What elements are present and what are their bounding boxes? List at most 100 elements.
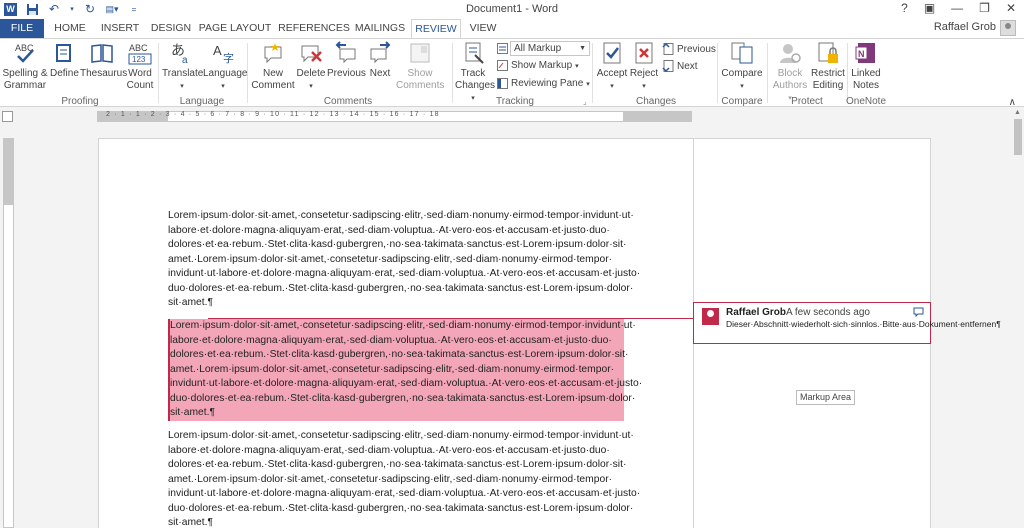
changes-group-label: Changes <box>635 96 677 107</box>
svg-text:a: a <box>182 55 188 65</box>
word-count-button[interactable]: ABC 123 Word Count <box>126 41 154 92</box>
tab-mailings[interactable]: MAILINGS <box>354 19 406 38</box>
close-icon[interactable]: ✕ <box>1006 1 1016 15</box>
spelling-icon: ABC <box>15 43 34 63</box>
minimize-icon[interactable]: — <box>951 1 963 15</box>
help-icon[interactable]: ? <box>901 1 908 15</box>
previous-comment-button[interactable]: Previous <box>327 41 366 80</box>
word-count-icon: ABC 123 <box>128 43 152 65</box>
thesaurus-icon <box>91 44 113 63</box>
ruler-numbers: 2 · 1 · 1 · 2 · 3 · 4 · 5 · 6 · 7 · 8 · … <box>106 111 440 118</box>
window-controls: ? ▣ — ❐ ✕ <box>901 1 1016 15</box>
tab-view[interactable]: VIEW <box>465 19 501 38</box>
ribbon: ABC Spelling & Grammar Define Thesaurus … <box>0 38 1024 108</box>
reviewing-pane-icon <box>497 78 508 89</box>
delete-comment-icon <box>301 45 322 63</box>
compare-button[interactable]: Compare ▾ <box>720 41 764 93</box>
next-change-button[interactable]: Next <box>662 60 698 72</box>
separator <box>247 43 248 103</box>
restore-icon[interactable]: ❐ <box>979 1 990 15</box>
linked-notes-button[interactable]: N Linked Notes <box>849 41 883 92</box>
comment-text[interactable]: Dieser·Abschnitt·wiederholt·sich·sinnlos… <box>726 319 1001 330</box>
comment-timestamp: A few seconds ago <box>786 307 870 318</box>
language-group-label: Language <box>179 96 225 107</box>
tab-page-layout[interactable]: PAGE LAYOUT <box>198 19 272 38</box>
compare-icon <box>731 42 753 64</box>
delete-comment-button[interactable]: Delete ▾ <box>295 41 327 93</box>
compare-group-label: Compare <box>721 96 763 107</box>
horizontal-ruler[interactable]: 2 · 1 · 1 · 2 · 3 · 4 · 5 · 6 · 7 · 8 · … <box>97 111 692 122</box>
svg-text:字: 字 <box>223 51 234 65</box>
restrict-editing-button[interactable]: Restrict Editing <box>810 41 846 92</box>
tab-references[interactable]: REFERENCES <box>278 19 350 38</box>
title-bar: W ↶ ▾ ↻ ▤▾ = Document1 - Word ? ▣ — ❐ ✕ <box>0 0 1024 19</box>
paragraph-3[interactable]: Lorem·ipsum·dolor·sit·amet,·consetetur·s… <box>168 429 640 528</box>
reject-button[interactable]: Reject ▾ <box>629 41 659 93</box>
vertical-scrollbar[interactable]: ▲ <box>1012 107 1024 528</box>
tracking-dialog-launcher-icon[interactable]: ⌟ <box>583 97 587 106</box>
reply-icon[interactable] <box>913 307 924 319</box>
reject-icon <box>635 42 653 64</box>
tab-review[interactable]: REVIEW <box>411 19 461 39</box>
onenote-group-label: OneNote <box>846 96 887 107</box>
commented-paragraph[interactable]: Lorem·ipsum·dolor·sit·amet,·consetetur·s… <box>168 319 642 421</box>
previous-comment-icon <box>335 41 356 64</box>
markup-icon <box>497 43 508 54</box>
tab-home[interactable]: HOME <box>50 19 90 38</box>
spelling-grammar-button[interactable]: ABC Spelling & Grammar <box>2 41 48 92</box>
previous-change-button[interactable]: Previous <box>662 43 716 55</box>
restrict-editing-icon <box>818 42 838 63</box>
protect-group-label: Protect <box>791 96 823 107</box>
scroll-thumb[interactable] <box>1014 119 1022 155</box>
paragraph-1[interactable]: Lorem·ipsum·dolor·sit·amet,·consetetur·s… <box>168 209 640 311</box>
scroll-up-icon[interactable]: ▲ <box>1014 109 1021 116</box>
show-markup-button[interactable]: Show Markup ▾ <box>497 60 579 71</box>
window-title: Document1 - Word <box>465 3 559 15</box>
display-for-review-select[interactable]: All Markup ▼ <box>510 41 590 56</box>
separator <box>158 43 159 103</box>
svg-text:A: A <box>213 43 222 58</box>
translate-button[interactable]: あa Translate ▾ <box>162 41 203 93</box>
language-icon: A字 <box>213 43 234 65</box>
comments-group-label: Comments <box>323 96 373 107</box>
user-name[interactable]: Raffael Grob <box>934 21 996 33</box>
reviewing-pane-button[interactable]: Reviewing Pane ▾ <box>497 78 590 89</box>
translate-icon: あa <box>171 43 188 65</box>
comment-author-avatar <box>702 308 719 325</box>
language-button[interactable]: A字 Language ▾ <box>203 41 248 93</box>
vruler-margin-top <box>4 139 13 205</box>
svg-text:123: 123 <box>132 55 146 64</box>
separator <box>847 43 848 103</box>
next-comment-button[interactable]: Next <box>366 41 394 80</box>
comment-connector-line <box>208 318 693 319</box>
show-comments-icon <box>410 43 430 63</box>
define-button[interactable]: Define <box>50 41 79 80</box>
new-comment-button[interactable]: New Comment <box>251 41 295 92</box>
next-comment-icon <box>370 41 391 64</box>
proofing-group-label: Proofing <box>61 96 99 107</box>
separator <box>592 43 593 103</box>
tab-design[interactable]: DESIGN <box>148 19 194 38</box>
separator <box>767 43 768 103</box>
accept-icon <box>603 42 621 64</box>
tab-selector[interactable] <box>2 111 13 122</box>
thesaurus-button[interactable]: Thesaurus <box>80 41 127 80</box>
onenote-icon: N <box>855 43 875 63</box>
user-avatar[interactable] <box>1000 20 1016 36</box>
chevron-down-icon: ▼ <box>579 45 586 52</box>
vertical-ruler[interactable] <box>3 138 14 528</box>
tab-insert[interactable]: INSERT <box>96 19 144 38</box>
tab-file[interactable]: FILE <box>0 19 44 38</box>
new-comment-icon <box>264 43 282 64</box>
accept-button[interactable]: Accept ▾ <box>596 41 628 93</box>
ribbon-tabs: FILE HOME INSERT DESIGN PAGE LAYOUT REFE… <box>0 19 1024 39</box>
show-comments-button[interactable]: Show Comments <box>396 41 444 92</box>
next-change-icon <box>662 60 674 72</box>
ribbon-display-icon[interactable]: ▣ <box>924 1 935 15</box>
comment-author: Raffael Grob <box>726 307 787 318</box>
svg-text:N: N <box>858 49 865 59</box>
block-authors-icon <box>780 44 801 63</box>
previous-change-icon <box>662 43 674 55</box>
comment-balloon[interactable]: Raffael Grob A few seconds ago Dieser·Ab… <box>693 302 1001 344</box>
markup-area-tooltip: Markup Area <box>796 390 856 405</box>
